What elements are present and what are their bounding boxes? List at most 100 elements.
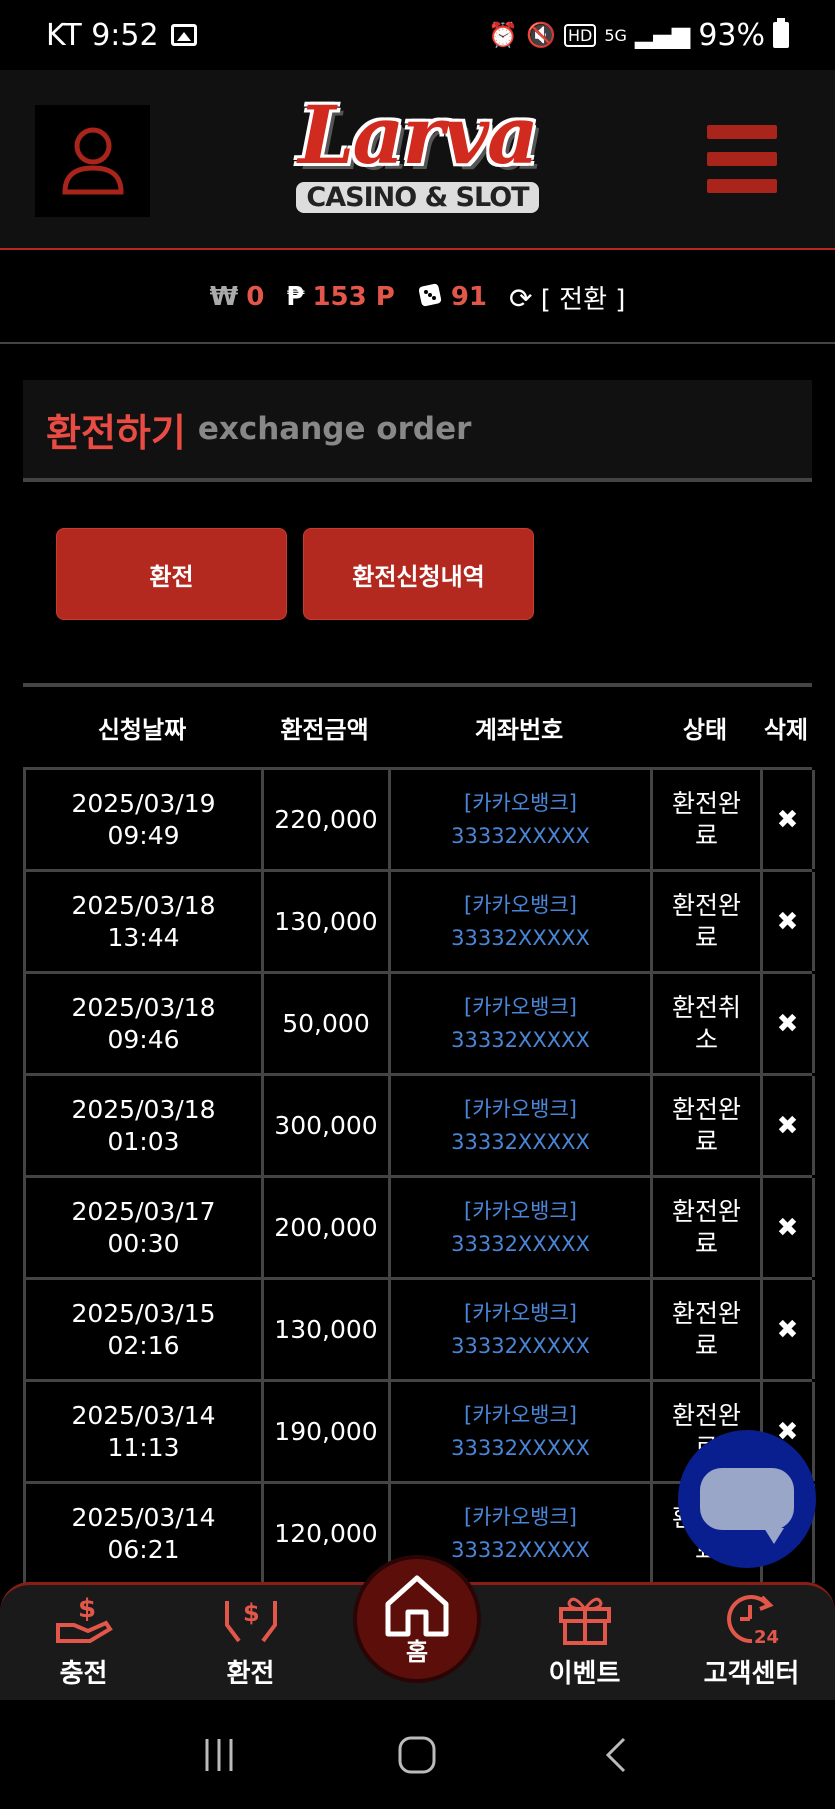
page-title: 환전하기 <box>46 410 186 455</box>
table-row: 2025/03/18 13:44 130,000 [카카오뱅크] 33332XXXX… <box>26 869 815 971</box>
image-icon <box>170 24 197 46</box>
status-cell: 환전취소 <box>653 974 763 1073</box>
date-cell: 2025/03/17 00:30 <box>26 1178 264 1277</box>
account-cell: [카카오뱅크] 33332XXXXX <box>391 1280 653 1379</box>
date-cell: 2025/03/18 13:44 <box>26 872 264 971</box>
delete-button[interactable]: ✖ <box>763 1076 815 1175</box>
date-cell: 2025/03/14 06:21 <box>26 1484 264 1583</box>
amount-cell: 130,000 <box>264 872 391 971</box>
account-cell: [카카오뱅크] 33332XXXXX <box>391 1382 653 1481</box>
refresh-icon: ⟳ <box>509 281 533 315</box>
amount-cell: 220,000 <box>264 770 391 869</box>
account-cell: [카카오뱅크] 33332XXXXX <box>391 1076 653 1175</box>
5g-icon: 5G <box>604 25 627 45</box>
point-icon: ₱ <box>286 282 305 312</box>
exchange-history-button[interactable]: 환전신청내역 <box>303 528 534 620</box>
amount-cell: 130,000 <box>264 1280 391 1379</box>
column-header-account: 계좌번호 <box>474 715 564 744</box>
gift-icon <box>558 1597 611 1645</box>
table-row: 2025/03/17 00:30 200,000 [카카오뱅크] 33332XXXX… <box>26 1175 815 1277</box>
column-header-status: 상태 <box>682 715 728 744</box>
status-cell: 환전완료 <box>653 872 763 971</box>
carrier-time: KT 9:52 <box>46 17 159 53</box>
menu-bar-icon <box>707 125 777 139</box>
menu-bar-icon <box>707 152 777 166</box>
nav-exchange[interactable]: $ 환전 <box>167 1585 334 1700</box>
date-cell: 2025/03/18 09:46 <box>26 974 264 1073</box>
menu-bar-icon <box>707 179 777 193</box>
column-header-date: 신청날짜 <box>97 715 187 744</box>
amount-cell: 190,000 <box>264 1382 391 1481</box>
svg-text:$: $ <box>78 1594 96 1624</box>
battery-icon <box>773 18 789 48</box>
site-header: Larva CASINO & SLOT <box>0 70 835 250</box>
column-header-amount: 환전금액 <box>280 715 369 744</box>
logo-main-text: Larva <box>298 88 539 182</box>
table-row: 2025/03/18 09:46 50,000 [카카오뱅크] 33332XXXXX… <box>26 971 815 1073</box>
alarm-icon: ⏰ <box>488 21 519 49</box>
user-icon <box>61 127 124 195</box>
delete-button[interactable]: ✖ <box>763 1280 815 1379</box>
live-chat-button[interactable] <box>678 1430 816 1568</box>
date-cell: 2025/03/18 01:03 <box>26 1076 264 1175</box>
status-cell: 환전완료 <box>653 1178 763 1277</box>
exchange-history-table: 신청날짜 환전금액 계좌번호 상태 삭제 2025/03/19 09:49 220… <box>23 683 815 1583</box>
date-cell: 2025/03/19 09:49 <box>26 770 264 869</box>
status-bar: KT 9:52 ⏰ 🔇 HD 5G ▂▄▆ 93% <box>0 0 835 70</box>
svg-text:24: 24 <box>754 1627 779 1647</box>
delete-button[interactable]: ✖ <box>763 1178 815 1277</box>
nav-event[interactable]: 이벤트 <box>501 1585 668 1700</box>
chip-balance: 91 <box>417 282 487 312</box>
cash-balance: ₩0 <box>209 282 265 312</box>
status-cell: 환전완료 <box>653 1076 763 1175</box>
exchange-hands-icon: $ <box>224 1599 277 1643</box>
amount-cell: 50,000 <box>264 974 391 1073</box>
date-cell: 2025/03/15 02:16 <box>26 1280 264 1379</box>
delete-button[interactable]: ✖ <box>763 770 815 869</box>
home-icon <box>385 1575 449 1636</box>
status-cell: 환전완료 <box>653 1280 763 1379</box>
home-circle-icon[interactable] <box>396 1734 438 1776</box>
balance-bar: ₩0 ₱ 153 P 91 ⟳ [ 전환 ] <box>0 252 835 344</box>
table-row: 2025/03/18 01:03 300,000 [카카오뱅크] 33332XXXX… <box>26 1073 815 1175</box>
deposit-hand-icon: $ <box>55 1594 113 1643</box>
account-cell: [카카오뱅크] 33332XXXXX <box>391 872 653 971</box>
hd-icon: HD <box>564 23 597 47</box>
back-icon[interactable] <box>596 1735 636 1775</box>
action-buttons: 환전 환전신청내역 <box>56 528 534 620</box>
account-cell: [카카오뱅크] 33332XXXXX <box>391 974 653 1073</box>
svg-text:$: $ <box>243 1599 260 1627</box>
battery-percent: 93% <box>698 17 765 53</box>
system-nav-bar <box>0 1700 835 1809</box>
support-24-icon: 24 <box>726 1595 779 1647</box>
table-row: 2025/03/15 02:16 130,000 [카카오뱅크] 33332XXXX… <box>26 1277 815 1379</box>
logo-sub-text: CASINO & SLOT <box>296 182 539 213</box>
account-cell: [카카오뱅크] 33332XXXXX <box>391 770 653 869</box>
nav-deposit[interactable]: $ 충전 <box>0 1585 167 1700</box>
account-cell: [카카오뱅크] 33332XXXXX <box>391 1178 653 1277</box>
amount-cell: 300,000 <box>264 1076 391 1175</box>
status-cell: 환전완료 <box>653 770 763 869</box>
amount-cell: 200,000 <box>264 1178 391 1277</box>
date-cell: 2025/03/14 11:13 <box>26 1382 264 1481</box>
table-header: 신청날짜 환전금액 계좌번호 상태 삭제 <box>23 687 812 767</box>
page-title-panel: 환전하기 exchange order <box>23 380 812 482</box>
mute-icon: 🔇 <box>526 21 556 49</box>
delete-button[interactable]: ✖ <box>763 872 815 971</box>
user-button[interactable] <box>35 105 150 217</box>
dice-icon <box>418 283 441 307</box>
column-header-delete: 삭제 <box>763 715 809 744</box>
nav-home[interactable]: 홈 <box>353 1555 481 1683</box>
hamburger-menu-button[interactable] <box>707 125 777 193</box>
won-icon: ₩ <box>209 282 239 312</box>
chat-bubble-icon <box>700 1468 794 1544</box>
convert-button[interactable]: ⟳ [ 전환 ] <box>509 279 625 316</box>
page-subtitle: exchange order <box>197 411 472 447</box>
site-logo[interactable]: Larva CASINO & SLOT <box>290 80 545 240</box>
nav-support[interactable]: 24 고객센터 <box>668 1585 835 1700</box>
table-row: 2025/03/19 09:49 220,000 [카카오뱅크] 33332XXXX… <box>26 767 815 869</box>
exchange-button[interactable]: 환전 <box>56 528 287 620</box>
delete-button[interactable]: ✖ <box>763 974 815 1073</box>
recent-apps-icon[interactable] <box>199 1735 239 1775</box>
point-balance: ₱ 153 P <box>286 282 395 312</box>
